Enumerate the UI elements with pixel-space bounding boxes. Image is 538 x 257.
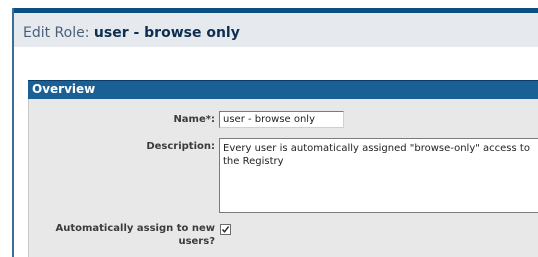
- overview-section-header: [28, 80, 538, 99]
- page-title-prefix: Edit Role:: [23, 25, 90, 41]
- auto-assign-label: Automatically assign to new users?: [55, 223, 215, 247]
- page-title-role-name: user - browse only: [93, 25, 240, 41]
- section-title: Overview: [32, 82, 96, 96]
- auto-assign-checkbox[interactable]: [220, 224, 231, 235]
- checkmark-icon: [221, 226, 230, 233]
- page-title: Edit Role: user - browse only: [23, 25, 240, 41]
- name-label: Name*:: [173, 114, 215, 125]
- description-textarea[interactable]: Every user is automatically assigned "br…: [219, 138, 538, 213]
- name-input[interactable]: user - browse only: [219, 111, 344, 128]
- edit-role-page: Edit Role: user - browse only Overview N…: [0, 0, 538, 257]
- description-label: Description:: [146, 141, 215, 152]
